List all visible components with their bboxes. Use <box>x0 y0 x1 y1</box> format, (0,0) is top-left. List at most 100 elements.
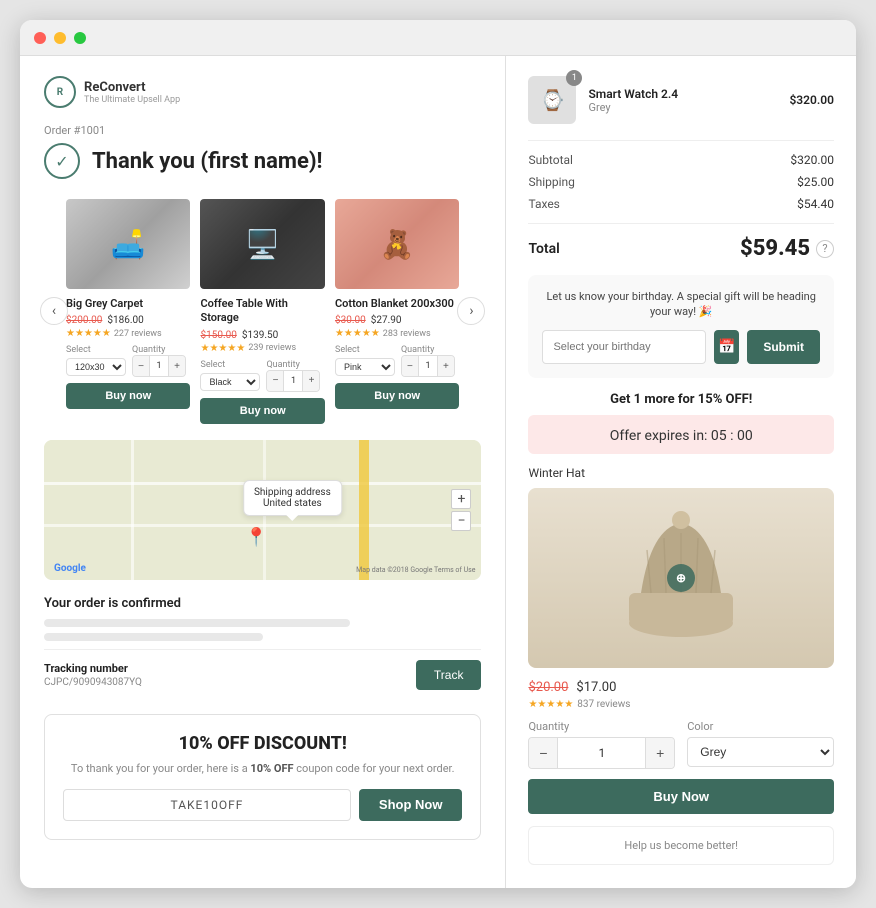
buy-now-button-3[interactable]: Buy now <box>335 383 459 409</box>
map-tooltip: Shipping address United states <box>243 480 342 516</box>
zoom-in-button[interactable]: + <box>451 489 471 509</box>
product-image-table: 🖥️ <box>200 199 324 289</box>
birthday-input[interactable] <box>542 330 706 364</box>
carousel-next-button[interactable]: › <box>457 297 485 325</box>
item-variant: Grey <box>588 101 777 114</box>
calendar-button[interactable]: 📅 <box>714 330 739 364</box>
item-price: $320.00 <box>789 93 834 107</box>
qty-plus-2[interactable]: + <box>303 371 319 391</box>
order-summary-item: 1 ⌚ Smart Watch 2.4 Grey $320.00 <box>528 76 834 124</box>
price-row-1: $200.00 $186.00 <box>66 315 190 326</box>
product-select-1[interactable]: 120x30 <box>66 358 126 376</box>
product-name-3: Cotton Blanket 200x300 <box>335 297 459 311</box>
winter-hat-label: Winter Hat <box>528 466 834 480</box>
checkmark-circle: ✓ <box>44 143 80 179</box>
coupon-code-box: TAKE10OFF <box>63 789 351 821</box>
qty-val-3: 1 <box>418 356 438 376</box>
taxes-value: $54.40 <box>797 197 834 211</box>
total-value: $59.45 <box>740 236 810 261</box>
product-select-2[interactable]: Black <box>200 373 260 391</box>
dot-red[interactable] <box>34 32 46 44</box>
order-confirmed-section: Your order is confirmed Tracking number … <box>44 596 481 700</box>
buy-now-button-1[interactable]: Buy now <box>66 383 190 409</box>
zoom-out-button[interactable]: − <box>451 511 471 531</box>
order-number: Order #1001 <box>44 124 481 137</box>
logo-area: R ReConvert The Ultimate Upsell App <box>44 76 481 108</box>
item-badge: 1 <box>566 70 582 86</box>
divider-1 <box>528 140 834 141</box>
product-select-3[interactable]: Pink <box>335 358 395 376</box>
total-label: Total <box>528 241 559 257</box>
subtotal-value: $320.00 <box>790 153 834 167</box>
google-logo: Google <box>54 563 86 574</box>
subtotal-row: Subtotal $320.00 <box>528 153 834 167</box>
stars-row-1: ★★★★★ 227 reviews <box>66 328 190 339</box>
qty-color-row: Quantity − 1 + Color Grey Black <box>528 720 834 769</box>
hat-image: ⊕ <box>528 488 834 668</box>
offer-timer-box: Offer expires in: 05 : 00 <box>528 415 834 454</box>
map-pin: 📍 <box>245 527 267 548</box>
select-group-1: Select 120x30 <box>66 345 126 377</box>
product-name-1: Big Grey Carpet <box>66 297 190 311</box>
tracking-row: Tracking number CJPC/9090943087YQ Track <box>44 649 481 700</box>
hat-stars: ★★★★★ <box>528 699 573 710</box>
map-background: Shipping address United states 📍 + − Goo… <box>44 440 481 580</box>
logo-sub: The Ultimate Upsell App <box>84 95 180 105</box>
qty-stepper-plus[interactable]: + <box>646 738 674 768</box>
qty-control-1: − 1 + <box>132 355 186 377</box>
qty-stepper-value: 1 <box>557 738 646 768</box>
shipping-row: Shipping $25.00 <box>528 175 834 189</box>
tracking-label: Tracking number <box>44 662 142 675</box>
item-name: Smart Watch 2.4 <box>588 87 777 101</box>
color-group: Color Grey Black White <box>687 720 834 769</box>
price-row-2: $150.00 $139.50 <box>200 330 324 341</box>
qty-minus-1[interactable]: − <box>133 356 149 376</box>
qty-stepper-minus[interactable]: − <box>529 738 557 768</box>
product-name-2: Coffee Table With Storage <box>200 297 324 326</box>
color-label: Color <box>687 720 834 733</box>
qty-control-3: − 1 + <box>401 355 455 377</box>
taxes-row: Taxes $54.40 <box>528 197 834 211</box>
product-image-carpet: 🛋️ <box>66 199 190 289</box>
discount-desc: To thank you for your order, here is a 1… <box>63 762 462 775</box>
select-qty-row-1: Select 120x30 Quantity − 1 + <box>66 345 190 377</box>
thank-you-text: Thank you (first name)! <box>92 149 323 174</box>
qty-plus-1[interactable]: + <box>169 356 185 376</box>
map-credit: Map data ©2018 Google Terms of Use <box>356 566 475 574</box>
qty-group-1: Quantity − 1 + <box>132 345 186 377</box>
birthday-submit-button[interactable]: Submit <box>747 330 820 364</box>
dot-yellow[interactable] <box>54 32 66 44</box>
shop-now-button[interactable]: Shop Now <box>359 789 463 821</box>
qty-minus-2[interactable]: − <box>267 371 283 391</box>
logo-icon: R <box>44 76 76 108</box>
price-old-2: $150.00 <box>200 330 236 341</box>
order-info-line-1 <box>44 619 350 627</box>
qty-val-1: 1 <box>149 356 169 376</box>
shipping-value: $25.00 <box>797 175 834 189</box>
hat-stars-row: ★★★★★ 837 reviews <box>528 699 834 710</box>
logo-brand: ReConvert <box>84 80 180 95</box>
total-help-icon[interactable]: ? <box>816 240 834 258</box>
right-panel: 1 ⌚ Smart Watch 2.4 Grey $320.00 Subtota… <box>506 56 856 888</box>
qty-control-2: − 1 + <box>266 370 320 392</box>
price-new-1: $186.00 <box>107 315 143 326</box>
hat-price-old: $20.00 <box>528 680 568 695</box>
svg-text:⊕: ⊕ <box>676 571 686 585</box>
birthday-input-row: 📅 Submit <box>542 330 820 364</box>
product-card-3: 🧸 Cotton Blanket 200x300 $30.00 $27.90 ★… <box>335 199 459 424</box>
carousel-prev-button[interactable]: ‹ <box>40 297 68 325</box>
discount-section: 10% OFF DISCOUNT! To thank you for your … <box>44 714 481 840</box>
color-select[interactable]: Grey Black White <box>687 737 834 767</box>
dot-green[interactable] <box>74 32 86 44</box>
qty-plus-3[interactable]: + <box>438 356 454 376</box>
review-count-2: 239 reviews <box>248 343 296 353</box>
help-section: Help us become better! <box>528 826 834 865</box>
track-button[interactable]: Track <box>416 660 482 690</box>
buy-now-button-2[interactable]: Buy now <box>200 398 324 424</box>
buy-now-button-hat[interactable]: Buy Now <box>528 779 834 814</box>
tracking-info: Tracking number CJPC/9090943087YQ <box>44 662 142 688</box>
product-image-blanket: 🧸 <box>335 199 459 289</box>
review-count-3: 283 reviews <box>383 329 431 339</box>
left-panel: R ReConvert The Ultimate Upsell App Orde… <box>20 56 506 888</box>
qty-minus-3[interactable]: − <box>402 356 418 376</box>
